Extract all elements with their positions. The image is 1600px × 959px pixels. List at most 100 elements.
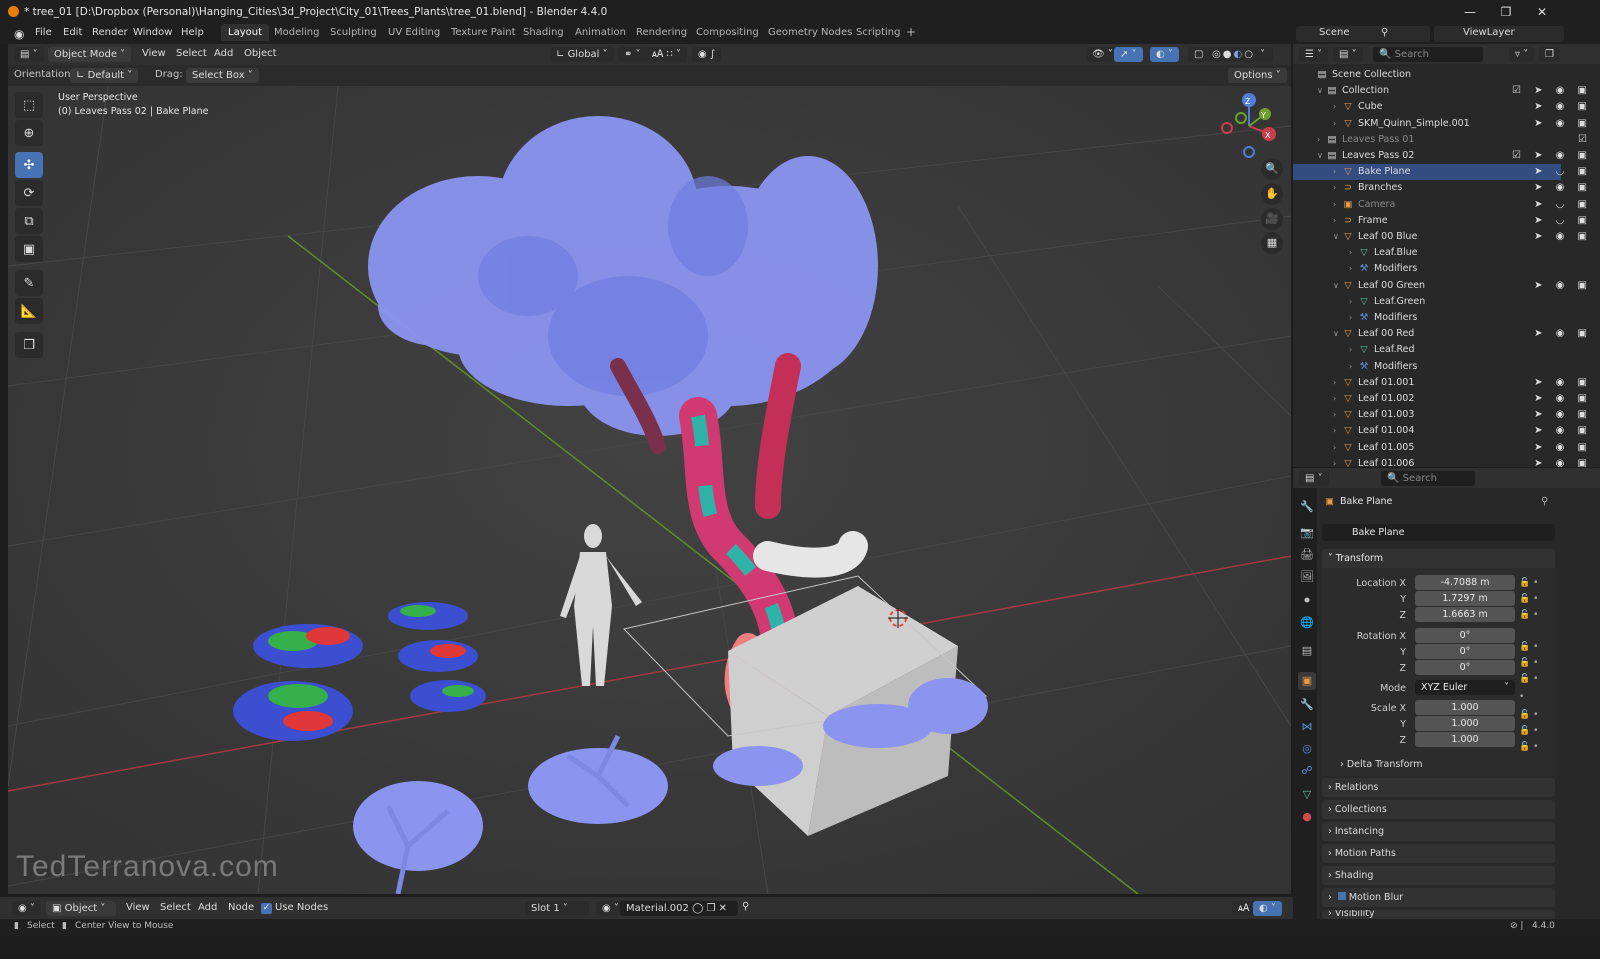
tab-geometry-nodes[interactable]: Geometry Nodes	[768, 27, 852, 38]
outliner-row[interactable]: ∨ ▽ Leaf 00 Red	[1293, 326, 1561, 342]
motion-blur-checkbox[interactable]	[1337, 892, 1346, 900]
outliner-row[interactable]: › ▽ Leaf 01.002	[1293, 391, 1561, 407]
outliner-row[interactable]: ▤ Scene Collection	[1293, 67, 1561, 83]
rotation-x-field[interactable]: 0°	[1415, 628, 1515, 643]
outliner[interactable]: ☰ ˅ ▤ ˅ 🔍 Search ▿ ˅ ❐ ▤ Scene Collection…	[1293, 44, 1600, 467]
viewport-menu-view[interactable]: View	[142, 48, 166, 59]
tab-animation[interactable]: Animation	[575, 27, 626, 38]
outliner-row[interactable]: › ▤ Leaves Pass 01	[1293, 132, 1561, 148]
chevron-right-icon[interactable]: ›	[1333, 99, 1343, 115]
rotate-tool[interactable]: ⟳	[15, 180, 43, 206]
menu-window[interactable]: Window	[133, 27, 172, 38]
outliner-row[interactable]: › ▽ Cube	[1293, 99, 1561, 115]
overlay-toggle[interactable]: ◐ ˅	[1150, 47, 1179, 62]
outliner-row[interactable]: › ▽ Leaf.Blue	[1293, 245, 1561, 261]
visibility-toggles[interactable]: ➤ ◉ ▣	[1534, 423, 1592, 439]
visibility-toggles[interactable]: ☑ ➤ ◉ ▣	[1512, 148, 1592, 164]
blender-menu-icon[interactable]: ◉	[14, 27, 24, 41]
object-name-field[interactable]: Bake Plane	[1322, 524, 1555, 541]
chevron-right-icon[interactable]: ›	[1317, 132, 1327, 148]
chevron-right-icon[interactable]: ›	[1333, 423, 1343, 439]
ortho-toggle-icon[interactable]: ▦	[1261, 232, 1283, 254]
tab-rendering[interactable]: Rendering	[636, 27, 687, 38]
output-tab-icon[interactable]: 🖨	[1298, 546, 1316, 564]
object-tab-icon[interactable]: ▣	[1298, 672, 1316, 690]
shading-panel[interactable]: › Shading	[1322, 866, 1555, 885]
outliner-row[interactable]: › ▽ Leaf 01.004	[1293, 423, 1561, 439]
chevron-right-icon[interactable]: ›	[1349, 359, 1359, 375]
zoom-view-icon[interactable]: 🔍	[1261, 158, 1283, 180]
measure-tool[interactable]: 📐	[15, 298, 43, 324]
visibility-toggles[interactable]: ➤ ◉ ▣	[1534, 375, 1592, 391]
use-nodes-checkbox[interactable]: ✓	[261, 903, 272, 914]
snap-toggle[interactable]: 🗚 ∷ ˅	[646, 47, 688, 62]
motion-paths-panel[interactable]: › Motion Paths	[1322, 844, 1555, 863]
annotate-tool[interactable]: ✎	[15, 270, 43, 296]
modifiers-tab-icon[interactable]: 🔧	[1298, 696, 1316, 714]
tab-modeling[interactable]: Modeling	[274, 27, 320, 38]
motion-blur-panel[interactable]: › Motion Blur	[1322, 888, 1555, 907]
chevron-right-icon[interactable]: ›	[1333, 440, 1343, 456]
outliner-row[interactable]: › ⚒ Modifiers	[1293, 310, 1561, 326]
move-tool[interactable]: ✣	[15, 152, 43, 178]
proportional-edit-toggle[interactable]: ◉ ∫	[692, 47, 722, 62]
chevron-right-icon[interactable]: ›	[1349, 261, 1359, 277]
editor-type-icon[interactable]: ▤ ˅	[14, 47, 44, 62]
data-tab-icon[interactable]: ▽	[1298, 786, 1316, 804]
chevron-right-icon[interactable]: ›	[1333, 456, 1343, 467]
visibility-toggles[interactable]: ➤ ◉ ▣	[1534, 180, 1592, 196]
physics-tab-icon[interactable]: ◎	[1298, 740, 1316, 758]
outliner-row[interactable]: › ▽ Leaf 01.006	[1293, 456, 1561, 467]
cursor-tool[interactable]: ⊕	[15, 120, 43, 146]
properties-search-input[interactable]: 🔍 Search	[1381, 471, 1475, 486]
visibility-toggles[interactable]: ➤ ◉ ▣	[1534, 391, 1592, 407]
shading-mode-buttons[interactable]: ◎●◐○ ˅	[1206, 47, 1274, 62]
visibility-toggles[interactable]: ➤ ◉ ▣	[1534, 326, 1592, 342]
add-workspace-button[interactable]: +	[906, 25, 916, 39]
visibility-toggles[interactable]: ➤ ◉ ▣	[1534, 99, 1592, 115]
outliner-row[interactable]: › ⊃ Frame	[1293, 213, 1561, 229]
outliner-row[interactable]: › ⚒ Modifiers	[1293, 359, 1561, 375]
gizmo-toggle[interactable]: ➚ ˅	[1114, 47, 1143, 62]
visibility-toggles[interactable]: ➤ ◉ ▣	[1534, 440, 1592, 456]
location-y-field[interactable]: 1.7297 m	[1415, 591, 1515, 606]
outliner-row[interactable]: ∨ ▽ Leaf 00 Blue	[1293, 229, 1561, 245]
menu-render[interactable]: Render	[92, 27, 128, 38]
chevron-right-icon[interactable]: ›	[1333, 197, 1343, 213]
viewport-menu-object[interactable]: Object	[244, 48, 277, 59]
visibility-toggles[interactable]: ➤ ◡ ▣	[1534, 197, 1592, 213]
outliner-row[interactable]: › ▽ Bake Plane	[1293, 164, 1561, 181]
transform-tool[interactable]: ▣	[15, 236, 43, 262]
particles-tab-icon[interactable]: ⋈	[1298, 718, 1316, 736]
scale-x-field[interactable]: 1.000	[1415, 700, 1515, 715]
material-slot-dropdown[interactable]: Slot 1 ˅	[525, 901, 589, 916]
transform-lock-icons[interactable]: 🔓 • 🔓 • 🔓 • 🔓 • 🔓 • 🔓 • • 🔓 • 🔓 • 🔓 •	[1519, 575, 1538, 755]
visibility-toggles[interactable]: ➤ ◉ ▣	[1534, 278, 1592, 294]
visibility-toggles[interactable]: ➤ ◉ ▣	[1534, 407, 1592, 423]
visibility-toggles[interactable]: ➤ ◉ ▣	[1534, 229, 1592, 245]
shader-pin-icon[interactable]: ⚲	[742, 901, 749, 912]
rotation-z-field[interactable]: 0°	[1415, 660, 1515, 675]
navigation-gizmo[interactable]: Z X Y	[1213, 90, 1291, 160]
render-tab-icon[interactable]: 📷	[1298, 524, 1316, 542]
transform-orientation-dropdown[interactable]: ∟ Global ˅	[550, 47, 614, 62]
scale-tool[interactable]: ⧉	[15, 208, 43, 234]
chevron-right-icon[interactable]: ›	[1333, 116, 1343, 132]
filter-icon[interactable]: ▿ ˅	[1509, 47, 1535, 62]
material-name-field[interactable]: Material.002 ◯ ❐ ✕	[620, 901, 738, 916]
chevron-right-icon[interactable]: ›	[1333, 391, 1343, 407]
chevron-right-icon[interactable]: ›	[1333, 375, 1343, 391]
visibility-panel[interactable]: › Visibility	[1322, 910, 1555, 919]
shader-snap-icon[interactable]: 🗚	[1232, 901, 1256, 916]
outliner-row[interactable]: ∨ ▽ Leaf 00 Green	[1293, 278, 1561, 294]
properties-editor-type-icon[interactable]: ▤ ˅	[1299, 471, 1329, 486]
outliner-row[interactable]: › ▽ Leaf 01.003	[1293, 407, 1561, 423]
scene-tab-icon[interactable]: ⚫	[1298, 592, 1316, 610]
visibility-toggles[interactable]: ➤ ◡ ▣	[1534, 213, 1592, 229]
tab-scripting[interactable]: Scripting	[856, 27, 900, 38]
tab-layout[interactable]: Layout	[221, 24, 269, 41]
camera-view-icon[interactable]: 🎥	[1261, 208, 1283, 230]
shader-type-dropdown[interactable]: ▣ Object ˅	[46, 901, 116, 916]
collections-panel[interactable]: › Collections	[1322, 800, 1555, 819]
orientation-dropdown[interactable]: ∟ Default ˅	[70, 68, 139, 83]
